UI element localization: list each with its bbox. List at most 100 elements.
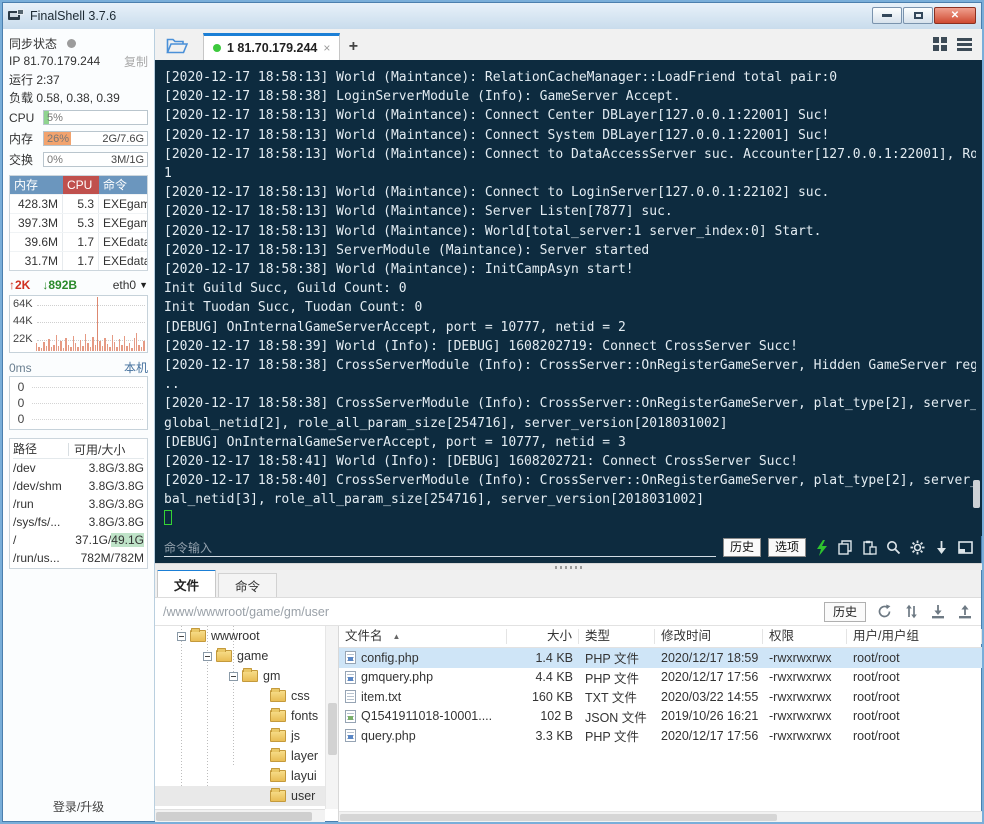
path-input[interactable] <box>161 603 815 620</box>
ping-value: 0 <box>17 396 25 410</box>
folder-icon <box>190 628 206 642</box>
disk-row[interactable]: / 37.1G/49.1G <box>13 531 144 549</box>
terminal-scrollbar[interactable] <box>973 480 980 508</box>
tree-item-fonts[interactable]: fonts <box>155 706 338 726</box>
file-type: PHP 文件 <box>585 671 639 686</box>
process-cell: 5.3 <box>63 214 99 232</box>
directory-tree: wwwroot game gm css fonts js layer layui user <box>155 626 339 822</box>
tree-item-layui[interactable]: layui <box>155 766 338 786</box>
copy-icon[interactable] <box>837 539 854 556</box>
table-horizontal-scrollbar[interactable] <box>339 811 982 822</box>
login-upgrade-link[interactable]: 登录/升级 <box>9 798 148 818</box>
folder-icon <box>270 728 286 742</box>
file-table-header[interactable]: 文件名 ▲ 大小 类型 修改时间 权限 用户/用户组 <box>339 626 982 648</box>
process-column-header[interactable]: 内存 <box>10 176 63 194</box>
search-icon[interactable] <box>885 539 902 556</box>
traffic-spike <box>75 342 77 351</box>
tree-item-wwwroot[interactable]: wwwroot <box>155 626 338 646</box>
disk-usage: 3.8G/3.8G <box>88 461 144 475</box>
window-icon[interactable] <box>957 539 974 556</box>
process-row[interactable]: 31.7M1.7 EXEdataac <box>10 251 147 270</box>
lightning-icon[interactable] <box>813 539 830 556</box>
process-table-header[interactable]: 内存 CPU 命令 <box>10 176 147 194</box>
open-connections-button[interactable] <box>159 31 195 59</box>
tab-files[interactable]: 文件 <box>157 569 217 597</box>
tree-vertical-scrollbar[interactable] <box>325 626 338 809</box>
interface-select[interactable]: eth0 ▼ <box>113 278 148 292</box>
disk-row[interactable]: /run 3.8G/3.8G <box>13 495 144 513</box>
column-header[interactable]: 文件名 ▲ <box>339 629 507 644</box>
traffic-spike <box>65 338 67 351</box>
tree-item-css[interactable]: css <box>155 686 338 706</box>
process-column-header[interactable]: 命令 <box>99 176 147 194</box>
file-mtime: 2020/03/22 14:55 <box>661 689 759 704</box>
process-row[interactable]: 39.6M1.7 EXEdataac <box>10 232 147 251</box>
terminal-line: [2020-12-17 18:58:40] CrossServerModule … <box>164 473 976 489</box>
download-file-icon[interactable] <box>929 603 947 621</box>
file-row[interactable]: gmquery.php 4.4 KB PHP 文件 2020/12/17 17:56-… <box>339 668 982 688</box>
close-tab-icon[interactable]: × <box>323 41 330 55</box>
collapse-icon[interactable] <box>177 631 186 641</box>
refresh-icon[interactable] <box>875 603 893 621</box>
tree-horizontal-scrollbar[interactable] <box>155 809 325 822</box>
ping-host[interactable]: 本机 <box>124 359 148 376</box>
file-row[interactable]: config.php 1.4 KB PHP 文件 2020/12/17 18:59 -r… <box>339 648 982 668</box>
tab-commands[interactable]: 命令 <box>218 573 278 597</box>
column-header[interactable]: 大小 <box>507 629 579 644</box>
maximize-button[interactable] <box>903 7 933 24</box>
disk-row[interactable]: /run/us... 782M/782M <box>13 549 144 567</box>
terminal-output[interactable]: [2020-12-17 18:58:13] World (Maintance):… <box>155 60 982 536</box>
file-type-icon <box>345 670 356 684</box>
collapse-icon[interactable] <box>203 651 212 661</box>
traffic-spike <box>118 339 121 351</box>
traffic-spike <box>79 340 82 351</box>
tree-item-js[interactable]: js <box>155 726 338 746</box>
file-size: 4.4 KB <box>535 670 573 685</box>
layout-grid-icon[interactable] <box>933 37 947 51</box>
disk-row[interactable]: /dev/shm 3.8G/3.8G <box>13 477 144 495</box>
tree-item-label: gm <box>263 669 281 683</box>
traffic-spike <box>62 347 65 351</box>
file-size: 102 B <box>540 709 573 724</box>
upload-file-icon[interactable] <box>956 603 974 621</box>
terminal-line: [DEBUG] OnInternalGameServerAccept, port… <box>164 434 626 450</box>
file-row[interactable]: item.txt 160 KB TXT 文件 2020/03/22 14:55 -rwx… <box>339 687 982 707</box>
column-header[interactable]: 权限 <box>763 629 847 644</box>
paste-icon[interactable] <box>861 539 878 556</box>
process-column-header[interactable]: CPU <box>63 176 99 194</box>
panel-splitter[interactable] <box>155 563 982 570</box>
menu-icon[interactable] <box>957 37 972 51</box>
options-button[interactable]: 选项 <box>767 538 806 557</box>
process-row[interactable]: 428.3M5.3 EXEgamew <box>10 194 147 213</box>
history-button[interactable]: 历史 <box>722 538 761 557</box>
column-header[interactable]: 类型 <box>579 629 655 644</box>
disk-row[interactable]: /sys/fs/... 3.8G/3.8G <box>13 513 144 531</box>
command-input[interactable]: 命令输入 <box>164 538 716 557</box>
file-row[interactable]: query.php 3.3 KB PHP 文件 2020/12/17 17:56 -rw… <box>339 726 982 746</box>
tree-item-user[interactable]: user <box>155 786 338 806</box>
close-button[interactable]: ✕ <box>934 7 976 24</box>
tree-item-layer[interactable]: layer <box>155 746 338 766</box>
file-type: PHP 文件 <box>585 730 639 745</box>
column-header[interactable]: 修改时间 <box>655 629 763 644</box>
network-chart: 64K 44K 22K <box>9 295 148 353</box>
collapse-icon[interactable] <box>229 671 238 681</box>
tree-item-game[interactable]: game <box>155 646 338 666</box>
gear-icon[interactable] <box>909 539 926 556</box>
copy-ip-button[interactable]: 复制 <box>124 53 148 70</box>
process-row[interactable]: 397.3M5.3 EXEgamew <box>10 213 147 232</box>
traffic-spike <box>106 343 109 351</box>
new-tab-button[interactable]: + <box>340 34 366 60</box>
column-header[interactable]: 用户/用户组 <box>847 629 982 644</box>
transfer-icon[interactable] <box>902 603 920 621</box>
session-tab[interactable]: 1 81.70.179.244 × <box>203 33 341 60</box>
download-icon[interactable] <box>933 539 950 556</box>
session-tab-bar: 1 81.70.179.244 × + <box>155 29 982 60</box>
disk-row[interactable]: /dev 3.8G/3.8G <box>13 459 144 477</box>
path-history-button[interactable]: 历史 <box>823 601 866 622</box>
traffic-spike <box>135 333 138 351</box>
file-row[interactable]: Q1541911018-10001.... 102 B JSON 文件 2019/10… <box>339 707 982 727</box>
tree-item-label: fonts <box>291 709 319 723</box>
minimize-button[interactable] <box>872 7 902 24</box>
tree-item-gm[interactable]: gm <box>155 666 338 686</box>
